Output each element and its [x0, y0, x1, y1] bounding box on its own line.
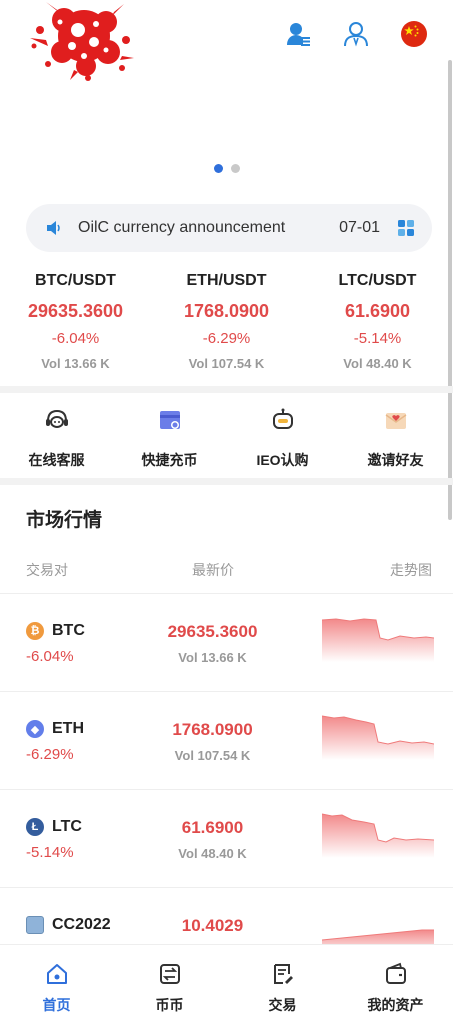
- coin-change: -5.14%: [26, 844, 74, 861]
- invite-envelope-icon: [339, 406, 452, 434]
- announcement-bar[interactable]: OilC currency announcement 07-01: [26, 204, 432, 252]
- coin-name: BTC: [52, 622, 85, 639]
- tab-label: 首页: [42, 997, 71, 1013]
- quick-link-label: IEO认购: [256, 452, 309, 468]
- market-column-headers: 交易对 最新价 走势图: [26, 560, 432, 580]
- speaker-icon: [47, 221, 60, 235]
- coin-price: 61.6900: [181, 818, 244, 837]
- coin-volume: Vol 48.40 K: [178, 846, 247, 861]
- tab-trade[interactable]: 交易: [226, 945, 339, 1024]
- ticker-volume: Vol 48.40 K: [343, 356, 412, 371]
- ticker-pair: LTC/USDT: [338, 272, 417, 289]
- btc-coin-icon: ₿: [26, 622, 44, 640]
- section-divider: [0, 478, 453, 485]
- wallet-icon: [339, 961, 452, 987]
- quick-link-deposit[interactable]: 快捷充币: [113, 396, 226, 478]
- ltc-coin-icon: Ł: [26, 818, 44, 836]
- market-title: 市场行情: [26, 510, 103, 531]
- trade-doc-icon: [226, 961, 339, 987]
- tab-exchange[interactable]: 币币: [113, 945, 226, 1024]
- column-pair: 交易对: [26, 562, 68, 578]
- eth-coin-icon: ◆: [26, 720, 44, 738]
- quick-link-label: 在线客服: [28, 452, 85, 468]
- column-trend: 走势图: [390, 562, 432, 578]
- ticker-strip: BTC/USDT 29635.3600 -6.04% Vol 13.66 K E…: [0, 268, 453, 376]
- column-price: 最新价: [192, 562, 234, 578]
- tab-label: 我的资产: [367, 997, 424, 1013]
- coin-name: LTC: [52, 818, 82, 835]
- coin-change: -6.29%: [26, 746, 74, 763]
- ticker-btc[interactable]: BTC/USDT 29635.3600 -6.04% Vol 13.66 K: [0, 268, 151, 376]
- quick-link-ieo[interactable]: IEO认购: [226, 396, 339, 478]
- logo-splat: [30, 2, 134, 81]
- tab-home[interactable]: 首页: [0, 945, 113, 1024]
- coin-change: -6.04%: [26, 648, 74, 665]
- tab-label: 币币: [155, 997, 184, 1013]
- coin-price: 10.4029: [181, 916, 244, 935]
- trend-sparkline: [322, 813, 434, 858]
- ticker-ltc[interactable]: LTC/USDT 61.6900 -5.14% Vol 48.40 K: [302, 268, 453, 376]
- coin-volume: Vol 107.54 K: [174, 748, 251, 763]
- robot-icon: [226, 406, 339, 434]
- coin-price: 1768.0900: [172, 720, 253, 739]
- coin-name: ETH: [52, 720, 84, 737]
- quick-link-label: 邀请好友: [367, 452, 424, 468]
- quick-link-invite[interactable]: 邀请好友: [339, 396, 452, 478]
- china-flag-icon[interactable]: [398, 18, 430, 50]
- market-row-btc[interactable]: ₿ BTC -6.04% 29635.3600 Vol 13.66 K: [0, 593, 453, 691]
- trend-sparkline: [322, 715, 434, 760]
- service-list-icon[interactable]: [282, 18, 314, 50]
- tab-assets[interactable]: 我的资产: [339, 945, 452, 1024]
- ticker-change: -6.04%: [51, 330, 100, 347]
- banner-dot-1[interactable]: [213, 164, 223, 173]
- announcement-text[interactable]: OilC currency announcement: [78, 219, 339, 237]
- ticker-eth[interactable]: ETH/USDT 1768.0900 -6.29% Vol 107.54 K: [151, 268, 302, 376]
- ticker-change: -6.29%: [202, 330, 251, 347]
- banner-dot-2[interactable]: [230, 164, 240, 173]
- user-icon[interactable]: [340, 18, 372, 50]
- headset-icon: [0, 406, 113, 434]
- ticker-change: -5.14%: [353, 330, 402, 347]
- quick-links: 在线客服 快捷充币 IEO认购 邀请好友: [0, 396, 453, 478]
- section-divider: [0, 386, 453, 393]
- quick-link-support[interactable]: 在线客服: [0, 396, 113, 478]
- exchange-icon: [113, 961, 226, 987]
- home-icon: [0, 961, 113, 987]
- market-row-eth[interactable]: ◆ ETH -6.29% 1768.0900 Vol 107.54 K: [0, 691, 453, 789]
- coin-price: 29635.3600: [167, 622, 258, 641]
- quick-link-label: 快捷充币: [141, 452, 198, 468]
- deposit-card-icon: [113, 406, 226, 434]
- bottom-tab-bar: 首页 币币 交易 我的资产: [0, 944, 453, 1024]
- ticker-price: 29635.3600: [27, 301, 124, 321]
- trend-sparkline: [322, 618, 434, 662]
- ticker-pair: ETH/USDT: [186, 272, 267, 289]
- announcement-date: 07-01: [339, 219, 380, 236]
- coin-name: CC2022: [52, 916, 111, 933]
- header: [0, 0, 453, 90]
- ticker-price: 61.6900: [344, 301, 411, 321]
- ticker-volume: Vol 107.54 K: [188, 356, 265, 371]
- market-row-ltc[interactable]: Ł LTC -5.14% 61.6900 Vol 48.40 K: [0, 789, 453, 887]
- banner-pagination: [0, 164, 453, 173]
- coin-volume: Vol 13.66 K: [178, 650, 247, 665]
- grid-menu-icon[interactable]: [398, 220, 414, 236]
- ticker-price: 1768.0900: [183, 301, 270, 321]
- tab-label: 交易: [268, 997, 297, 1013]
- cc2022-coin-icon: [26, 916, 44, 934]
- ticker-pair: BTC/USDT: [35, 272, 116, 289]
- ticker-volume: Vol 13.66 K: [41, 356, 110, 371]
